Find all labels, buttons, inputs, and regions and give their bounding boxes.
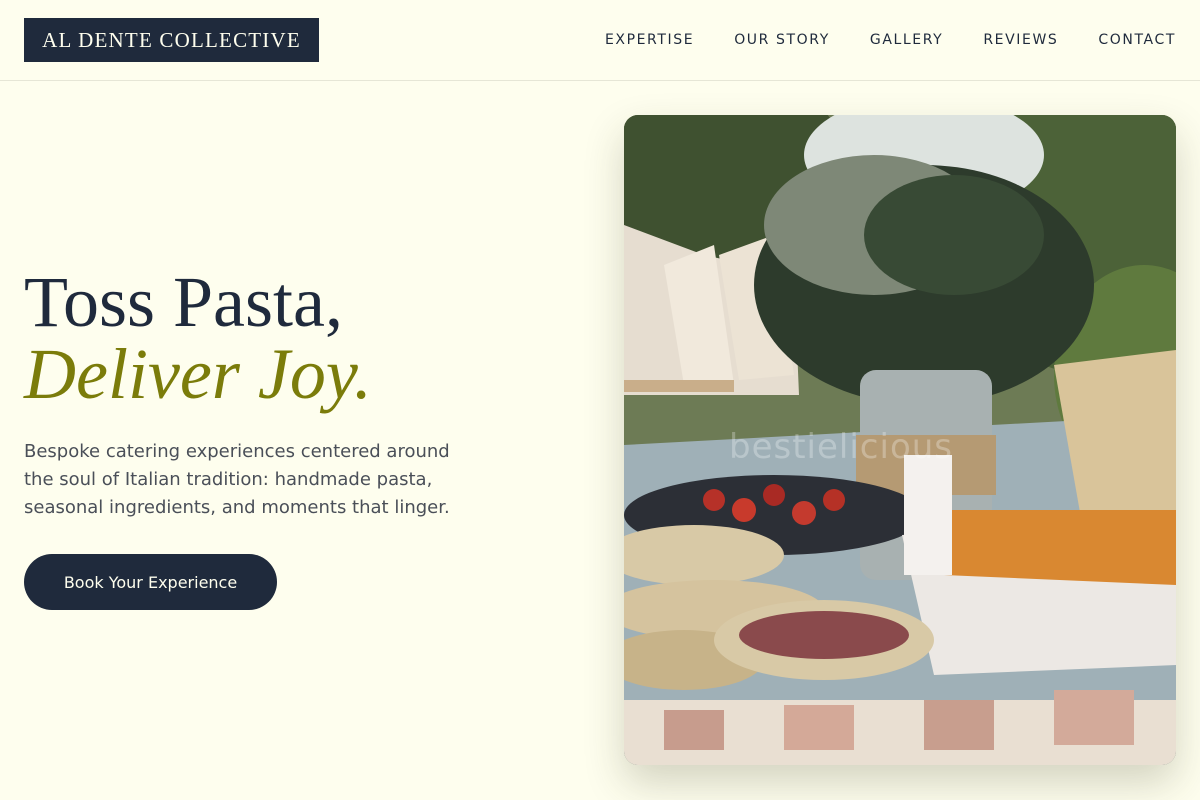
nav-expertise[interactable]: EXPERTISE <box>605 29 694 51</box>
book-experience-button[interactable]: Book Your Experience <box>24 554 277 610</box>
nav-gallery[interactable]: GALLERY <box>870 29 943 51</box>
photo-watermark: bestielicious <box>729 427 954 467</box>
hero-title-line2: Deliver Joy. <box>24 334 372 414</box>
nav-our-story[interactable]: OUR STORY <box>734 29 830 51</box>
main-nav: EXPERTISE OUR STORY GALLERY REVIEWS CONT… <box>565 29 1176 51</box>
nav-contact[interactable]: CONTACT <box>1098 29 1176 51</box>
logo[interactable]: AL DENTE COLLECTIVE <box>24 18 319 62</box>
nav-reviews[interactable]: REVIEWS <box>983 29 1058 51</box>
hero-title: Toss Pasta, Deliver Joy. <box>24 266 584 410</box>
site-header: AL DENTE COLLECTIVE EXPERTISE OUR STORY … <box>0 0 1200 81</box>
hero-image: bestielicious <box>624 115 1176 765</box>
hero-description: Bespoke catering experiences centered ar… <box>24 441 450 518</box>
hero-title-line1: Toss Pasta, <box>24 262 343 342</box>
